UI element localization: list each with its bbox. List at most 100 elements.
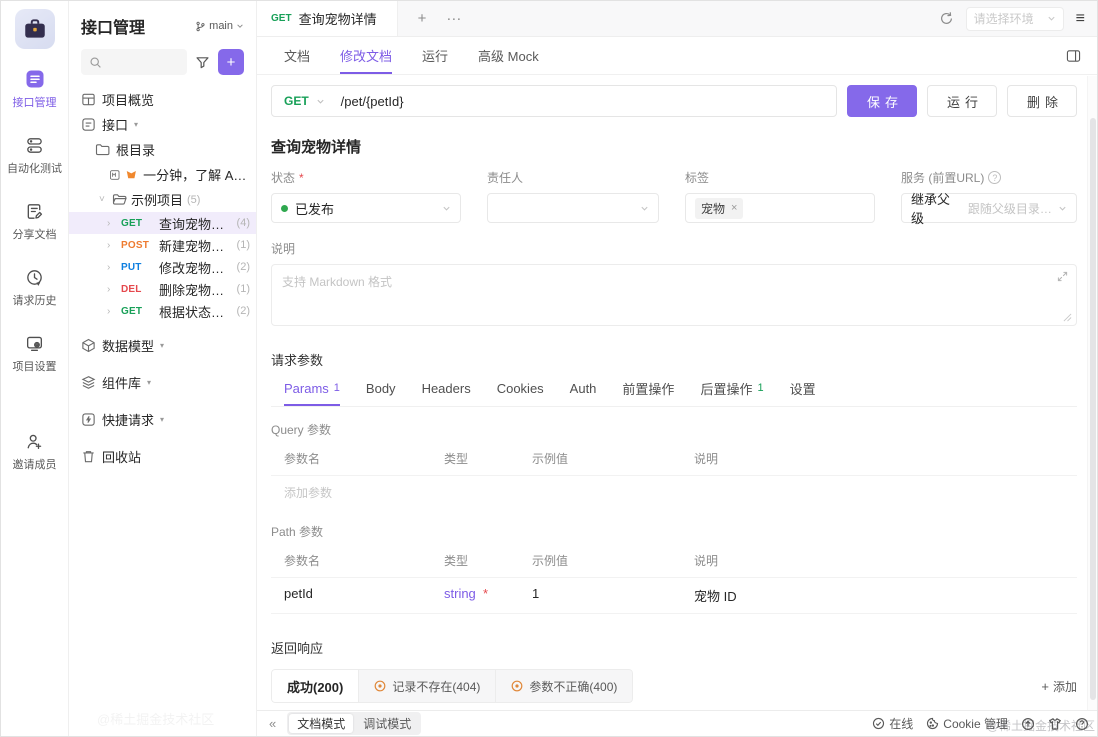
description-textarea[interactable] <box>271 264 1077 326</box>
tree-section-trash[interactable]: 回收站 <box>69 443 256 470</box>
col-header: 示例值 <box>519 544 681 578</box>
tags-input[interactable]: 宠物 × <box>685 193 875 223</box>
delete-button[interactable]: 删除 <box>1007 85 1077 117</box>
rail-item-invite[interactable]: 邀请成员 <box>13 431 57 472</box>
save-button[interactable]: 保存 <box>847 85 917 117</box>
tab-run[interactable]: 运行 <box>422 37 448 74</box>
tab-advanced-mock[interactable]: 高级 Mock <box>478 37 539 74</box>
tab-cookies[interactable]: Cookies <box>497 371 544 406</box>
menu-icon[interactable]: ≡ <box>1076 10 1085 28</box>
remove-tag-icon[interactable]: × <box>731 202 737 214</box>
query-params-table: 参数名 类型 示例值 说明 添加参数 <box>271 442 1077 509</box>
tab-settings[interactable]: 设置 <box>790 371 816 406</box>
cube-icon <box>82 338 95 353</box>
rail-item-share-docs[interactable]: 分享文档 <box>13 201 57 242</box>
owner-field: 责任人 <box>487 169 659 223</box>
tree-endpoint-row[interactable]: › GET 根据状态查找宠... (2) <box>69 300 256 322</box>
caret-right-icon: › <box>107 261 111 273</box>
required-mark: * <box>483 586 489 601</box>
col-header: 类型 <box>431 442 519 476</box>
tree-item-overview[interactable]: 项目概览 <box>69 87 256 112</box>
tree-section-components[interactable]: 组件库 ▾ <box>69 369 256 396</box>
tree-section-quick-request[interactable]: 快捷请求 ▾ <box>69 406 256 433</box>
tree-section-data-models[interactable]: 数据模型 ▾ <box>69 332 256 359</box>
online-status[interactable]: 在线 <box>872 715 913 732</box>
theme-icon[interactable] <box>1048 717 1062 731</box>
tree-endpoint-row[interactable]: › DEL 删除宠物信息 (1) <box>69 278 256 300</box>
expand-icon[interactable] <box>1057 271 1068 282</box>
open-tab-endpoint[interactable]: GET 查询宠物详情 <box>257 1 398 36</box>
table-row[interactable]: petId string * 1 宠物 ID <box>271 578 1077 614</box>
tree-doc-item[interactable]: 一分钟，了解 Apifox！ <box>69 162 256 187</box>
rail-item-history[interactable]: 请求历史 <box>13 267 57 308</box>
trash-icon <box>83 451 94 463</box>
doc-mode-tabs: 文档 修改文档 运行 高级 Mock <box>257 37 1097 75</box>
request-history-icon <box>25 267 44 287</box>
panel-toggle-icon[interactable] <box>1066 49 1081 63</box>
add-button[interactable]: + <box>218 49 244 75</box>
tab-edit-doc[interactable]: 修改文档 <box>340 37 393 74</box>
status-select[interactable]: 已发布 <box>271 193 461 223</box>
rail-item-label: 请求历史 <box>12 295 57 307</box>
owner-select[interactable] <box>487 193 659 223</box>
tab-auth[interactable]: Auth <box>570 371 597 406</box>
scrollbar-thumb[interactable] <box>1090 118 1096 700</box>
branch-selector[interactable]: main <box>195 20 244 32</box>
doc-mode-button[interactable]: 文档模式 <box>289 714 354 733</box>
caret-down-icon: ˅ <box>99 194 105 205</box>
description-label: 说明 <box>271 242 296 256</box>
chevron-down-icon <box>1059 206 1066 211</box>
chevron-down-icon <box>641 206 648 211</box>
col-header: 类型 <box>431 544 519 578</box>
run-button[interactable]: 运行 <box>927 85 997 117</box>
environment-select[interactable]: 请选择环境 <box>965 6 1064 31</box>
app-logo[interactable] <box>14 9 55 49</box>
tab-params[interactable]: Params 1 <box>284 371 340 406</box>
sidebar-title: 接口管理 <box>81 20 146 37</box>
add-param-row[interactable]: 添加参数 <box>271 476 431 509</box>
method-select[interactable]: GET <box>284 94 309 108</box>
more-tabs-icon[interactable]: ··· <box>446 10 461 27</box>
tag-chip[interactable]: 宠物 × <box>695 197 744 219</box>
filter-icon[interactable] <box>195 55 210 70</box>
cookie-manager[interactable]: Cookie 管理 <box>926 715 1008 732</box>
add-response-button[interactable]: + 添加 <box>1041 678 1077 695</box>
response-tab-400[interactable]: 参数不正确(400) <box>496 669 634 703</box>
tab-doc[interactable]: 文档 <box>284 37 310 74</box>
service-select[interactable]: 继承父级 跟随父级目录设... <box>901 192 1077 226</box>
search-box[interactable] <box>81 49 187 75</box>
col-header: 示例值 <box>519 442 681 476</box>
tree-section-api[interactable]: 接口 ▾ <box>69 112 256 137</box>
tree-endpoint-row[interactable]: › POST 新建宠物信息 (1) <box>69 234 256 256</box>
col-header: 参数名 <box>271 544 431 578</box>
rail-item-api-manage[interactable]: 接口管理 <box>13 69 57 110</box>
tab-pre-actions[interactable]: 前置操作 <box>622 371 674 406</box>
response-tab-200[interactable]: 成功(200) <box>271 669 360 703</box>
ref-component-icon <box>511 680 523 692</box>
tree-folder-root[interactable]: 根目录 <box>69 137 256 162</box>
tab-body[interactable]: Body <box>366 371 396 406</box>
response-title: 返回响应 <box>271 641 324 656</box>
rail-item-automation[interactable]: 自动化测试 <box>7 135 62 176</box>
tree-folder-example[interactable]: ˅ 示例项目 (5) <box>69 187 256 212</box>
debug-mode-button[interactable]: 调试模式 <box>355 714 419 733</box>
url-input[interactable]: GET /pet/{petId} <box>271 85 837 117</box>
upgrade-icon[interactable] <box>1021 717 1035 731</box>
help-circle-icon[interactable] <box>1075 717 1089 731</box>
search-input[interactable] <box>107 55 177 69</box>
collapse-sidebar-icon[interactable]: « <box>269 716 276 731</box>
tree-endpoint-row[interactable]: › GET 查询宠物详情 (4) <box>69 212 256 234</box>
rail-item-project-settings[interactable]: 项目设置 <box>13 333 57 374</box>
refresh-icon[interactable] <box>939 11 954 26</box>
tab-headers[interactable]: Headers <box>422 371 471 406</box>
new-tab-icon[interactable]: + <box>418 10 427 27</box>
menu-arrow-icon: ▾ <box>160 415 165 424</box>
tree-endpoint-row[interactable]: › PUT 修改宠物信息 (2) <box>69 256 256 278</box>
menu-arrow-icon: ▾ <box>134 120 139 129</box>
response-tab-404[interactable]: 记录不存在(404) <box>359 669 497 703</box>
caret-right-icon: › <box>107 217 111 229</box>
project-settings-icon <box>25 333 44 353</box>
bottom-bar: « 文档模式 调试模式 在线 Cookie 管理 @稀土掘金技术社区 <box>257 710 1097 736</box>
tab-post-actions[interactable]: 后置操作 1 <box>700 371 763 406</box>
resize-handle-icon[interactable] <box>1063 313 1072 322</box>
